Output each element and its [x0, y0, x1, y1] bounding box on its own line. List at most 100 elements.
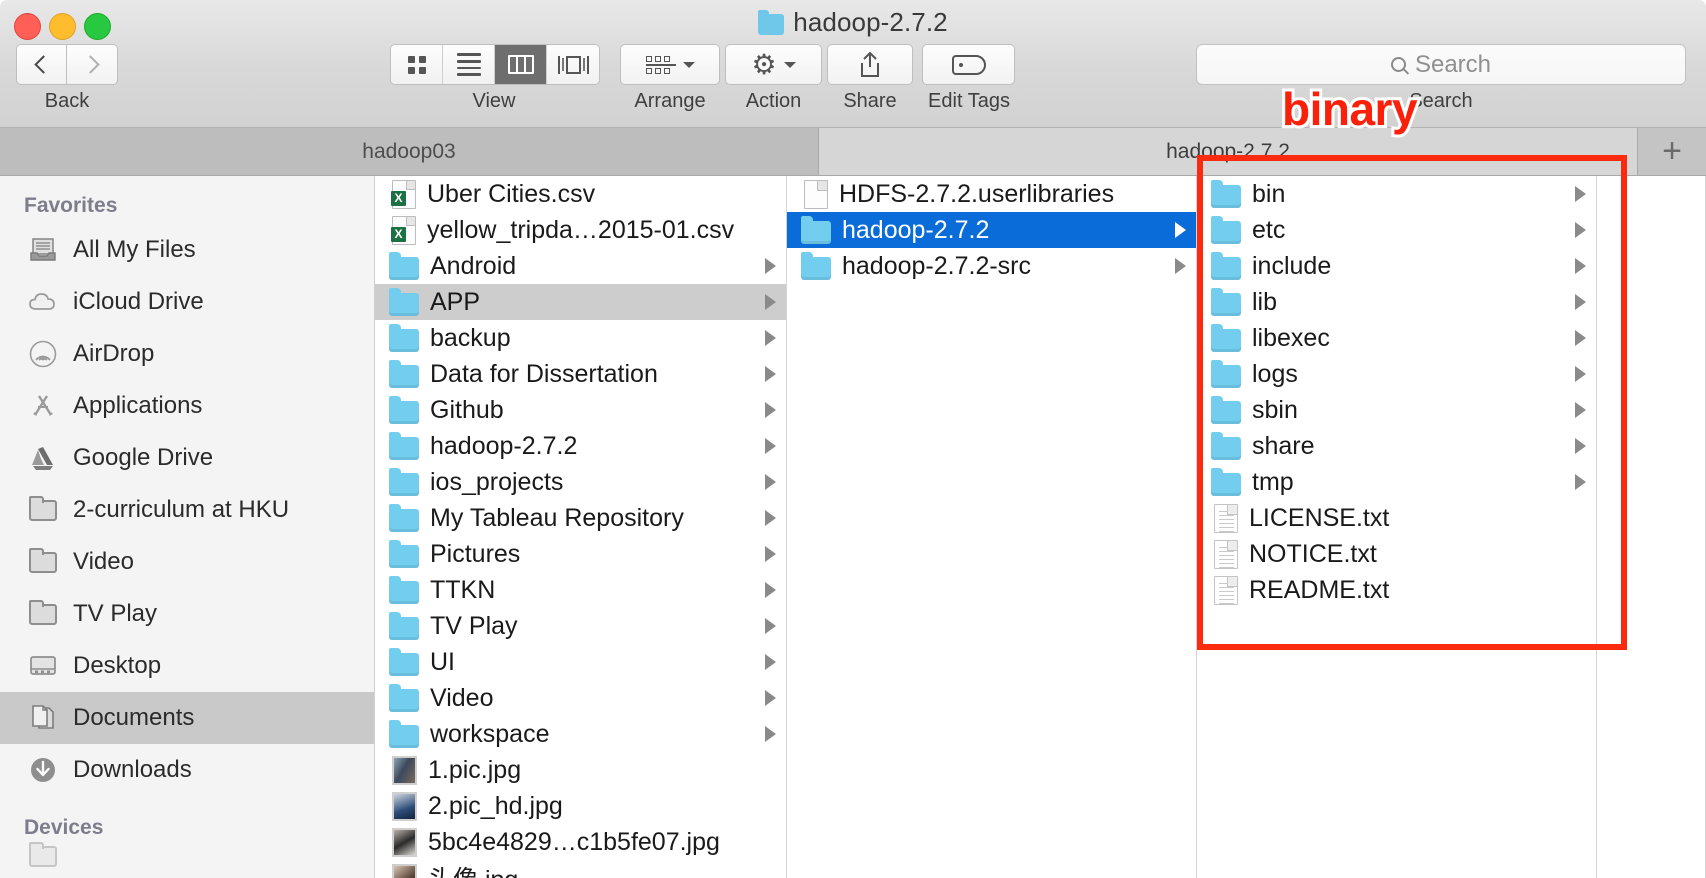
list-item[interactable]: My Tableau Repository	[375, 500, 786, 536]
downloads-icon	[28, 755, 58, 785]
list-item[interactable]: Video	[375, 680, 786, 716]
folder-icon	[389, 683, 419, 712]
sidebar-item-all-my-files[interactable]: All My Files	[0, 224, 374, 276]
list-item[interactable]: Github	[375, 392, 786, 428]
list-item[interactable]: yellow_tripda…2015-01.csv	[375, 212, 786, 248]
disclosure-arrow-icon	[1575, 258, 1586, 274]
forward-button[interactable]	[67, 44, 118, 85]
list-item[interactable]: Pictures	[375, 536, 786, 572]
column-preview[interactable]	[1597, 176, 1706, 878]
list-item[interactable]: ios_projects	[375, 464, 786, 500]
add-tab-button[interactable]: +	[1638, 128, 1706, 175]
tag-icon	[951, 54, 986, 75]
list-item[interactable]: NOTICE.txt	[1197, 536, 1596, 572]
coverflow-view-button[interactable]	[547, 45, 599, 84]
folder-icon	[389, 575, 419, 604]
window-title-text: hadoop-2.7.2	[793, 7, 948, 37]
all-my-files-icon	[28, 235, 58, 265]
tab-label: hadoop03	[362, 139, 456, 163]
sidebar-item-desktop[interactable]: Desktop	[0, 640, 374, 692]
list-item[interactable]: libexec	[1197, 320, 1596, 356]
list-item[interactable]: bin	[1197, 176, 1596, 212]
disclosure-arrow-icon	[765, 258, 776, 274]
list-item[interactable]: share	[1197, 428, 1596, 464]
list-item[interactable]: Data for Dissertation	[375, 356, 786, 392]
list-item[interactable]: UI	[375, 644, 786, 680]
chevron-left-icon	[34, 55, 53, 74]
column-hadoop[interactable]: bin etc include lib libexec logs sbin sh…	[1197, 176, 1597, 878]
list-item[interactable]: include	[1197, 248, 1596, 284]
item-label: 2.pic_hd.jpg	[428, 791, 563, 820]
list-item[interactable]: logs	[1197, 356, 1596, 392]
icon-view-button[interactable]	[391, 45, 443, 84]
nav-group	[16, 44, 118, 85]
disclosure-arrow-icon	[1575, 294, 1586, 310]
item-label: README.txt	[1249, 575, 1390, 604]
list-item[interactable]: TV Play	[375, 608, 786, 644]
list-item-selected[interactable]: hadoop-2.7.2	[787, 212, 1196, 248]
folder-icon	[389, 395, 419, 424]
arrange-label: Arrange	[634, 90, 706, 112]
edit-tags-button[interactable]	[922, 44, 1015, 85]
item-label: sbin	[1252, 395, 1298, 424]
search-input[interactable]: Search	[1196, 44, 1686, 85]
disclosure-arrow-icon	[765, 402, 776, 418]
column-app[interactable]: HDFS-2.7.2.userlibraries hadoop-2.7.2 ha…	[787, 176, 1197, 878]
toolbar-controls: Back View Arrange ⚙ Action Share Edit Ta…	[0, 44, 1706, 112]
sidebar-item-device-partial[interactable]	[0, 841, 374, 867]
sidebar-item-documents[interactable]: Documents	[0, 692, 374, 744]
list-item[interactable]: tmp	[1197, 464, 1596, 500]
list-item[interactable]: etc	[1197, 212, 1596, 248]
excel-file-icon	[391, 215, 416, 245]
arrange-button[interactable]	[620, 44, 720, 85]
sidebar-item-video[interactable]: Video	[0, 536, 374, 588]
folder-icon	[1211, 215, 1241, 244]
list-item[interactable]: TTKN	[375, 572, 786, 608]
column-view-button[interactable]	[495, 45, 547, 84]
list-item[interactable]: workspace	[375, 716, 786, 752]
folder-icon	[1211, 287, 1241, 316]
disclosure-arrow-icon	[765, 690, 776, 706]
sidebar-section-devices: Devices	[24, 816, 104, 839]
list-item[interactable]: 头像.jpg	[375, 860, 786, 878]
share-button[interactable]	[827, 44, 913, 85]
item-label: backup	[430, 323, 511, 352]
list-view-button[interactable]	[443, 45, 495, 84]
tab-hadoop03[interactable]: hadoop03	[0, 128, 819, 175]
documents-icon	[28, 703, 58, 733]
sidebar-item-icloud-drive[interactable]: iCloud Drive	[0, 276, 374, 328]
sidebar-item-tv-play[interactable]: TV Play	[0, 588, 374, 640]
list-item[interactable]: Android	[375, 248, 786, 284]
gear-icon: ⚙	[751, 48, 777, 80]
list-item[interactable]: hadoop-2.7.2	[375, 428, 786, 464]
list-item[interactable]: 2.pic_hd.jpg	[375, 788, 786, 824]
folder-icon	[389, 431, 419, 460]
list-item[interactable]: 1.pic.jpg	[375, 752, 786, 788]
list-item[interactable]: Uber Cities.csv	[375, 176, 786, 212]
sidebar-item-downloads[interactable]: Downloads	[0, 744, 374, 796]
list-item[interactable]: LICENSE.txt	[1197, 500, 1596, 536]
document-icon	[804, 179, 828, 209]
sidebar-item-google-drive[interactable]: Google Drive	[0, 432, 374, 484]
list-item[interactable]: 5bc4e4829…c1b5fe07.jpg	[375, 824, 786, 860]
disclosure-arrow-icon	[765, 474, 776, 490]
column-documents[interactable]: Uber Cities.csv yellow_tripda…2015-01.cs…	[375, 176, 787, 878]
sidebar[interactable]: Favorites All My Files iCloud Drive AirD…	[0, 176, 375, 878]
list-item[interactable]: sbin	[1197, 392, 1596, 428]
back-button[interactable]	[16, 44, 67, 85]
list-item[interactable]: backup	[375, 320, 786, 356]
folder-icon	[389, 539, 419, 568]
sidebar-item-airdrop[interactable]: AirDrop	[0, 328, 374, 380]
action-button[interactable]: ⚙	[725, 44, 822, 85]
coverflow-icon	[557, 55, 589, 74]
list-item[interactable]: hadoop-2.7.2-src	[787, 248, 1196, 284]
tab-hadoop-2-7-2[interactable]: hadoop-2.7.2	[819, 128, 1638, 175]
list-item-selected[interactable]: APP	[375, 284, 786, 320]
sidebar-item-2-curriculum-at-hku[interactable]: 2-curriculum at HKU	[0, 484, 374, 536]
image-thumbnail-icon	[392, 863, 417, 878]
list-item[interactable]: HDFS-2.7.2.userlibraries	[787, 176, 1196, 212]
hard-drive-icon	[28, 841, 58, 871]
list-item[interactable]: README.txt	[1197, 572, 1596, 608]
sidebar-item-applications[interactable]: Applications	[0, 380, 374, 432]
list-item[interactable]: lib	[1197, 284, 1596, 320]
